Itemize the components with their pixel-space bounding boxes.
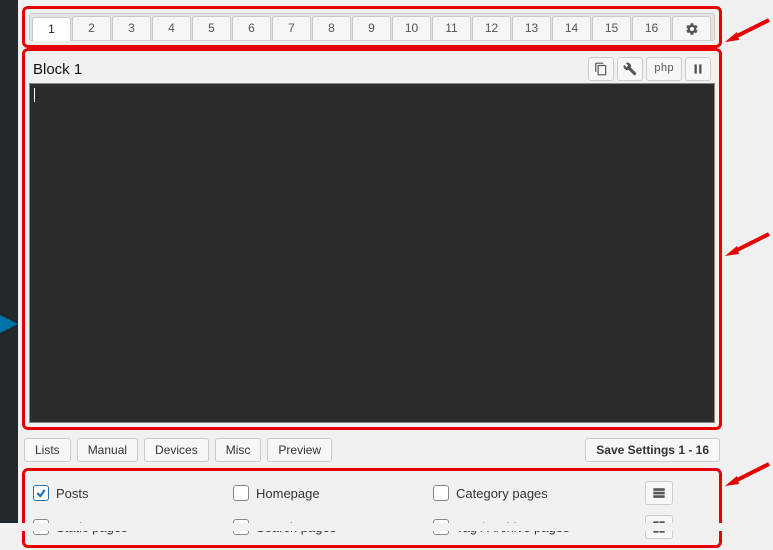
check-posts[interactable]: Posts: [33, 485, 233, 501]
tab-1[interactable]: 1: [32, 17, 71, 41]
annotation-arrow-2: [721, 230, 771, 260]
tab-11[interactable]: 11: [432, 16, 471, 40]
copy-icon: [594, 62, 608, 76]
gear-icon: [685, 22, 699, 36]
php-button[interactable]: php: [646, 57, 682, 81]
copy-button[interactable]: [588, 57, 614, 81]
save-settings-button[interactable]: Save Settings 1 - 16: [585, 438, 720, 462]
check-label: Posts: [56, 486, 89, 501]
block-header: Block 1 php: [29, 55, 715, 83]
check-label: Homepage: [256, 486, 320, 501]
block-title: Block 1: [33, 61, 82, 78]
list-icon: [652, 486, 666, 500]
checkbox-icon: [233, 485, 249, 501]
actions-row: Lists Manual Devices Misc Preview Save S…: [22, 432, 722, 468]
block-tools: php: [588, 57, 711, 81]
annotation-box-editor: Block 1 php: [22, 48, 722, 430]
pause-button[interactable]: [685, 57, 711, 81]
manual-button[interactable]: Manual: [77, 438, 138, 462]
tools-button[interactable]: [617, 57, 643, 81]
devices-button[interactable]: Devices: [144, 438, 209, 462]
editor-cursor: [34, 88, 35, 102]
tab-16[interactable]: 16: [632, 16, 671, 40]
tab-13[interactable]: 13: [512, 16, 551, 40]
checkbox-icon: [33, 485, 49, 501]
tab-4[interactable]: 4: [152, 16, 191, 40]
tab-15[interactable]: 15: [592, 16, 631, 40]
tab-settings[interactable]: [672, 16, 711, 40]
code-editor[interactable]: [29, 83, 715, 423]
tab-12[interactable]: 12: [472, 16, 511, 40]
block-tabs: 1 2 3 4 5 6 7 8 9 10 11 12 13 14 15 16: [29, 13, 715, 41]
sidebar-active-marker: [0, 315, 18, 333]
annotation-arrow-1: [721, 16, 771, 46]
tab-5[interactable]: 5: [192, 16, 231, 40]
left-buttons: Lists Manual Devices Misc Preview: [24, 438, 332, 462]
check-label: Category pages: [456, 486, 548, 501]
tab-2[interactable]: 2: [72, 16, 111, 40]
list-view-button[interactable]: [645, 481, 673, 505]
bottom-crop: [0, 523, 773, 531]
annotation-box-placement: Posts Homepage Category pages Static pag…: [22, 468, 722, 548]
annotation-arrow-3: [721, 460, 771, 490]
annotation-box-tabs: 1 2 3 4 5 6 7 8 9 10 11 12 13 14 15 16: [22, 6, 722, 48]
pause-icon: [691, 62, 705, 76]
tab-10[interactable]: 10: [392, 16, 431, 40]
tab-6[interactable]: 6: [232, 16, 271, 40]
checkbox-icon: [433, 485, 449, 501]
main-content: 1 2 3 4 5 6 7 8 9 10 11 12 13 14 15 16 B…: [22, 0, 722, 550]
check-category[interactable]: Category pages: [433, 485, 633, 501]
tab-9[interactable]: 9: [352, 16, 391, 40]
tab-8[interactable]: 8: [312, 16, 351, 40]
preview-button[interactable]: Preview: [267, 438, 332, 462]
misc-button[interactable]: Misc: [215, 438, 262, 462]
placement-grid: Posts Homepage Category pages Static pag…: [29, 475, 715, 541]
tab-14[interactable]: 14: [552, 16, 591, 40]
tab-3[interactable]: 3: [112, 16, 151, 40]
admin-sidebar-stub: [0, 0, 18, 531]
lists-button[interactable]: Lists: [24, 438, 71, 462]
check-homepage[interactable]: Homepage: [233, 485, 433, 501]
wrench-icon: [623, 62, 637, 76]
tab-7[interactable]: 7: [272, 16, 311, 40]
